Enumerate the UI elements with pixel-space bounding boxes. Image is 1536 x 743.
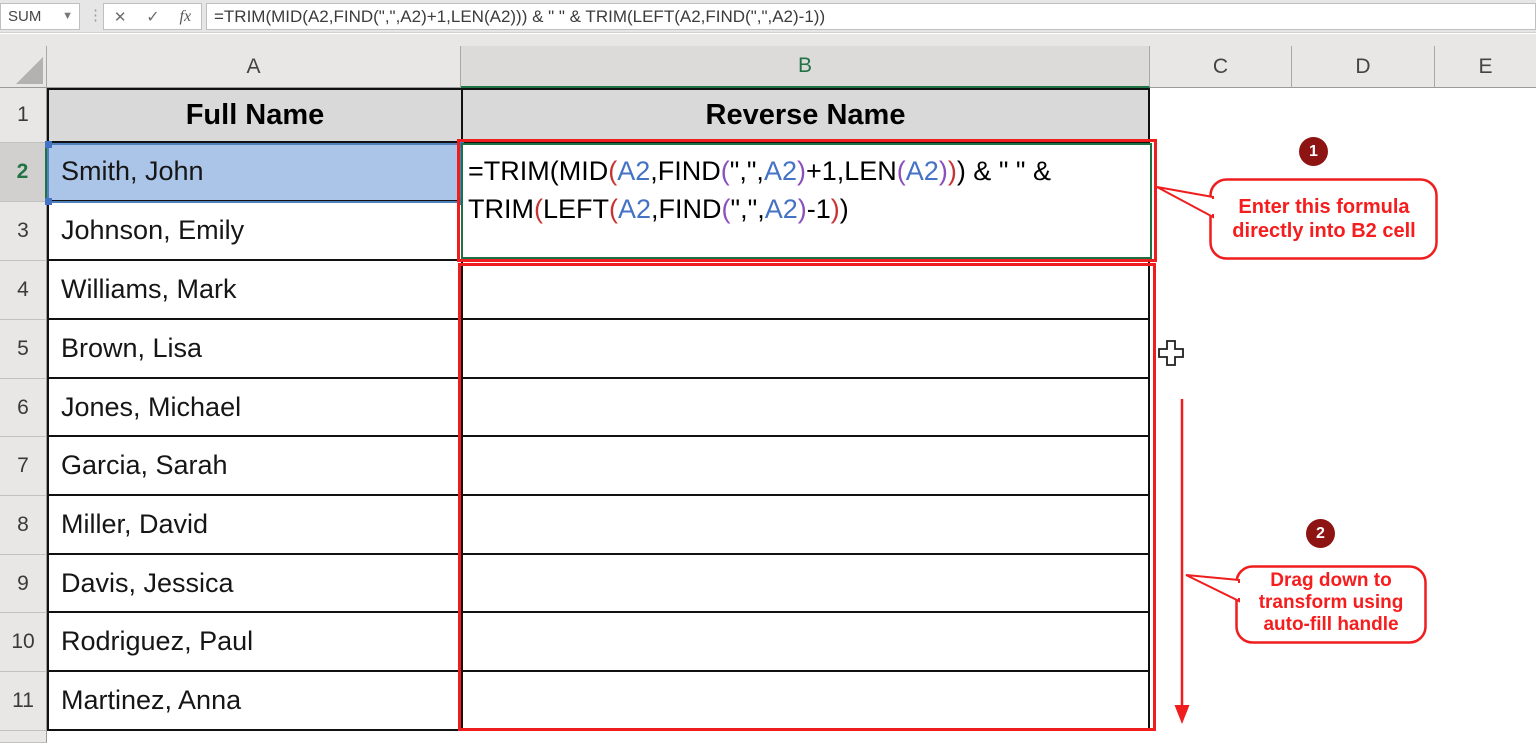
cell-a7[interactable]: Garcia, Sarah [47,437,461,496]
row-header-12[interactable] [0,731,47,743]
b2-formula-text: =TRIM(MID(A2,FIND(",",A2)+1,LEN(A2))) & … [468,152,1150,228]
cell-a4[interactable]: Williams, Mark [47,261,461,320]
cell-a11[interactable]: Martinez, Anna [47,672,461,731]
step2-badge: 2 [1306,519,1335,548]
row-header-6[interactable]: 6 [0,379,47,437]
row-header-10[interactable]: 10 [0,613,47,672]
excel-window: SUM ▼ ⋮ ✕ ✓ fx =TRIM(MID(A2,FIND(",",A2)… [0,0,1536,743]
cell-b1[interactable]: Reverse Name [461,88,1150,143]
cell-a5[interactable]: Brown, Lisa [47,320,461,379]
callout2-line3: auto-fill handle [1263,614,1399,635]
cell-a6[interactable]: Jones, Michael [47,379,461,437]
b2-formula-line-1: =TRIM(MID(A2,FIND(",",A2)+1,LEN(A2))) & … [468,156,1051,186]
cell-a1[interactable]: Full Name [47,88,461,143]
row-header-11[interactable]: 11 [0,672,47,731]
row-header-3[interactable]: 3 [0,202,47,261]
row-header-2[interactable]: 2 [0,143,47,202]
callout2-text: Drag down to transform using auto-fill h… [1238,570,1424,636]
cell-a9[interactable]: Davis, Jessica [47,555,461,613]
cell-a2[interactable]: Smith, John [47,143,461,202]
callout1-text: Enter this formula directly into B2 cell [1212,195,1436,243]
row-header-1[interactable]: 1 [0,88,47,143]
cell-b2-formula-editor[interactable]: =TRIM(MID(A2,FIND(",",A2)+1,LEN(A2))) & … [461,143,1152,259]
callout1-line1: Enter this formula [1238,196,1410,218]
step1-badge: 1 [1299,137,1328,166]
row-header-7[interactable]: 7 [0,437,47,496]
row-header-5[interactable]: 5 [0,320,47,379]
row-header-4[interactable]: 4 [0,261,47,320]
callout1-line2: directly into B2 cell [1232,220,1416,242]
row-header-9[interactable]: 9 [0,555,47,613]
cell-a3[interactable]: Johnson, Emily [47,202,461,261]
callout2-line2: transform using [1258,592,1404,613]
callout2-line1: Drag down to [1270,570,1392,591]
b4-b11-annotation-rectangle [458,263,1156,731]
cell-a10[interactable]: Rodriguez, Paul [47,613,461,672]
row-header-8[interactable]: 8 [0,496,47,555]
cell-a8[interactable]: Miller, David [47,496,461,555]
b2-formula-line-2: TRIM(LEFT(A2,FIND(",",A2)-1)) [468,194,849,224]
